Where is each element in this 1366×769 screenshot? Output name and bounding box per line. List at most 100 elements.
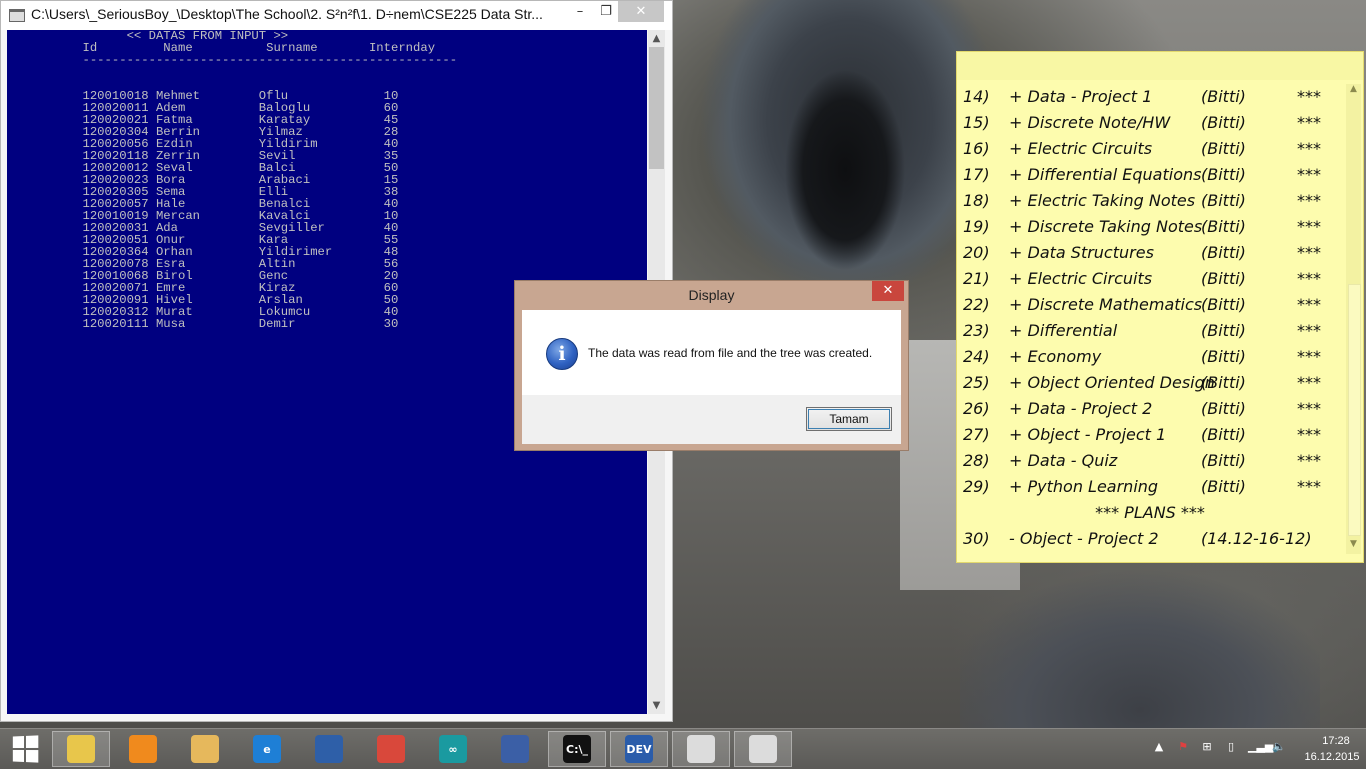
note-stars: *** (1297, 165, 1321, 184)
note-line[interactable]: 27) + Object - Project 1 (Bitti) *** (957, 422, 1343, 448)
note-num: 15) (963, 113, 990, 132)
note-line[interactable]: 26) + Data - Project 2 (Bitti) *** (957, 396, 1343, 422)
note-line[interactable]: 18) + Electric Taking Notes (Bitti) *** (957, 188, 1343, 214)
note-status: (Bitti) (1201, 191, 1246, 210)
taskbar-item[interactable]: C:\_ (548, 731, 606, 767)
note-status: (Bitti) (1201, 425, 1246, 444)
note-line[interactable]: 17) + Differential Equations (Bitti) *** (957, 162, 1343, 188)
console-app-icon[interactable] (9, 9, 25, 22)
scroll-thumb[interactable] (1348, 284, 1361, 536)
firefox-icon (315, 735, 343, 763)
note-title: + Object - Project 1 (1009, 425, 1167, 444)
note-line[interactable]: 28) + Data - Quiz (Bitti) *** (957, 448, 1343, 474)
note-stars: *** (1297, 243, 1321, 262)
note-stars: *** (1297, 399, 1321, 418)
scroll-down-arrow-icon[interactable]: ▼ (648, 697, 665, 714)
note-title: - Object - Project 2 (1009, 529, 1159, 548)
wallpaper-shoulder (960, 560, 1320, 728)
taskbar-item[interactable] (114, 731, 172, 767)
note-num: 17) (963, 165, 990, 184)
note-title: + Electric Circuits (1009, 269, 1153, 288)
note-num: 27) (963, 425, 990, 444)
note-stars: *** (1297, 217, 1321, 236)
taskbar-item[interactable] (52, 731, 110, 767)
network-signal-icon[interactable]: ▁▃▅ (1248, 740, 1273, 754)
note-line[interactable]: 30) - Object - Project 2 (14.12-16-12) (957, 526, 1343, 552)
note-title: + Economy (1009, 347, 1102, 366)
note-title: + Differential Equations (1009, 165, 1202, 184)
note-stars: *** (1297, 477, 1321, 496)
dialog-footer: Tamam (522, 395, 901, 444)
sticky-note[interactable]: 14) + Data - Project 1 (Bitti) *** 15) + Disc… (956, 51, 1364, 563)
maximize-button[interactable]: ❐ (592, 1, 620, 22)
note-line[interactable]: 15) + Discrete Note/HW (Bitti) *** (957, 110, 1343, 136)
note-num: 29) (963, 477, 990, 496)
scroll-up-arrow-icon[interactable]: ▲ (1346, 84, 1361, 99)
clock-time[interactable]: 17:28 (1310, 735, 1362, 747)
minimize-button[interactable]: – (566, 1, 594, 22)
taskbar-item[interactable] (176, 731, 234, 767)
note-num: 19) (963, 217, 990, 236)
close-button[interactable]: ✕ (618, 1, 664, 22)
action-center-flag-icon[interactable]: ⚑ (1176, 740, 1190, 754)
note-line[interactable]: 23) + Differential (Bitti) *** (957, 318, 1343, 344)
windows-flag-icon[interactable]: ⊞ (1200, 740, 1214, 754)
sticky-note-body[interactable]: 14) + Data - Project 1 (Bitti) *** 15) + Disc… (957, 84, 1343, 552)
dialog-content: i The data was read from file and the tr… (522, 310, 901, 444)
console-blank (9, 66, 457, 78)
dialog-title: Display (688, 287, 735, 303)
dialog-close-button[interactable]: ✕ (872, 281, 904, 301)
note-title: + Electric Circuits (1009, 139, 1153, 158)
ok-button[interactable]: Tamam (806, 407, 892, 431)
note-title: + Electric Taking Notes (1009, 191, 1196, 210)
note-status: (Bitti) (1201, 347, 1246, 366)
note-stars: *** (1297, 113, 1321, 132)
system-tray[interactable]: ▲ ⚑ ⊞ ▯ ▁▃▅ 🔈 17:28 16.12.2015 (1150, 729, 1366, 769)
scroll-up-arrow-icon[interactable]: ▲ (648, 30, 665, 47)
note-line[interactable]: 29) + Python Learning (Bitti) *** (957, 474, 1343, 500)
sticky-note-scrollbar[interactable]: ▲ ▼ (1346, 84, 1361, 554)
note-line[interactable]: 21) + Electric Circuits (Bitti) *** (957, 266, 1343, 292)
note-line[interactable]: 16) + Electric Circuits (Bitti) *** (957, 136, 1343, 162)
note-stars: *** (1297, 139, 1321, 158)
console-titlebar[interactable]: C:\Users\_SeriousBoy_\Desktop\The School… (1, 1, 672, 30)
clock-date[interactable]: 16.12.2015 (1298, 751, 1366, 763)
start-button[interactable] (0, 731, 50, 767)
note-line[interactable]: 25) + Object Oriented Design (Bitti) *** (957, 370, 1343, 396)
note-status: (Bitti) (1201, 87, 1246, 106)
taskbar-item[interactable] (300, 731, 358, 767)
note-stars: *** (1297, 87, 1321, 106)
note-title: + Python Learning (1009, 477, 1159, 496)
taskbar-item[interactable]: ∞ (424, 731, 482, 767)
display-dialog[interactable]: Display ✕ i The data was read from file … (514, 280, 909, 451)
chrome-icon (377, 735, 405, 763)
note-line[interactable]: 24) + Economy (Bitti) *** (957, 344, 1343, 370)
taskbar-item[interactable] (362, 731, 420, 767)
note-stars: *** (1297, 191, 1321, 210)
console-title: C:\Users\_SeriousBoy_\Desktop\The School… (31, 6, 543, 22)
note-status: (Bitti) (1201, 243, 1246, 262)
taskbar-item[interactable]: e (238, 731, 296, 767)
note-stars: *** (1297, 321, 1321, 340)
note-line[interactable]: 22) + Discrete Mathematics (Bitti) *** (957, 292, 1343, 318)
battery-icon[interactable]: ▯ (1224, 740, 1238, 754)
taskbar[interactable]: e ∞ C:\_ DEV ▲ ⚑ ⊞ ▯ ▁▃▅ 🔈 17:28 16.12.2015 (0, 728, 1366, 769)
note-num: 21) (963, 269, 990, 288)
scroll-down-arrow-icon[interactable]: ▼ (1346, 539, 1361, 554)
show-hidden-icons-icon[interactable]: ▲ (1152, 740, 1166, 754)
sticky-note-header[interactable] (957, 52, 1363, 80)
note-line[interactable]: 19) + Discrete Taking Notes (Bitti) *** (957, 214, 1343, 240)
console-text: << DATAS FROM INPUT >> Id Name Surname I… (7, 30, 457, 330)
taskbar-item[interactable]: DEV (610, 731, 668, 767)
note-line[interactable]: 20) + Data Structures (Bitti) *** (957, 240, 1343, 266)
volume-icon[interactable]: 🔈 (1272, 740, 1286, 754)
note-line[interactable]: 14) + Data - Project 1 (Bitti) *** (957, 84, 1343, 110)
note-status: (Bitti) (1201, 321, 1246, 340)
note-status: (Bitti) (1201, 477, 1246, 496)
note-status: (Bitti) (1201, 451, 1246, 470)
note-status: (Bitti) (1201, 399, 1246, 418)
scroll-thumb[interactable] (649, 47, 664, 169)
taskbar-item[interactable] (672, 731, 730, 767)
taskbar-item[interactable] (486, 731, 544, 767)
taskbar-item[interactable] (734, 731, 792, 767)
